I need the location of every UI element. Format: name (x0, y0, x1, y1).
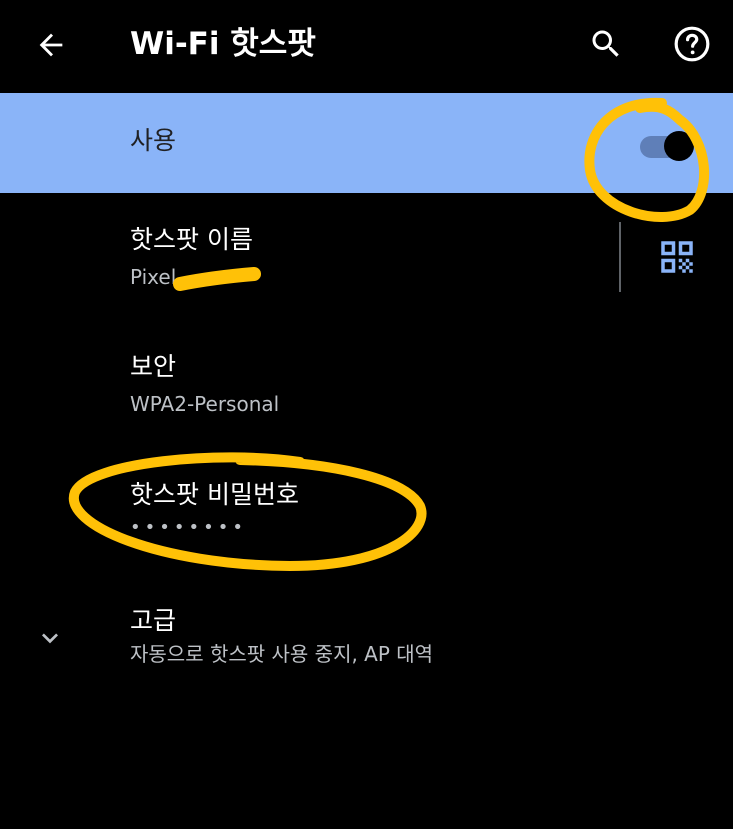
hotspot-toggle[interactable] (640, 131, 700, 161)
pref-title: 핫스팟 이름 (130, 225, 253, 254)
app-bar: Wi-Fi 핫스팟 (0, 0, 733, 92)
expand-button[interactable] (34, 622, 66, 654)
pref-hotspot-password[interactable]: 핫스팟 비밀번호 •••••••• (0, 470, 733, 560)
qr-code-icon (661, 241, 693, 273)
pref-summary: WPA2-Personal (130, 392, 280, 416)
pref-summary: •••••••• (130, 517, 247, 538)
search-button[interactable] (582, 20, 630, 68)
pref-title: 핫스팟 비밀번호 (130, 480, 299, 509)
pref-summary: Pixel (130, 265, 177, 289)
pref-hotspot-name[interactable]: 핫스팟 이름 Pixel (0, 215, 733, 305)
chevron-down-icon (42, 633, 58, 644)
pref-summary: 자동으로 핫스팟 사용 중지, AP 대역 (130, 642, 434, 666)
search-icon (592, 30, 619, 57)
toggle-thumb (664, 131, 694, 161)
qr-code-button[interactable] (656, 236, 698, 278)
help-icon (674, 26, 710, 62)
pref-advanced[interactable]: 고급 자동으로 핫스팟 사용 중지, AP 대역 (0, 598, 733, 688)
pref-security[interactable]: 보안 WPA2-Personal (0, 342, 733, 432)
pref-title: 고급 (130, 606, 177, 635)
page-title: Wi-Fi 핫스팟 (130, 26, 316, 62)
divider (619, 222, 621, 292)
back-button[interactable] (26, 20, 76, 70)
master-switch-row[interactable]: 사용 (0, 93, 733, 193)
arrow-back-icon (39, 33, 63, 57)
help-button[interactable] (668, 20, 716, 68)
master-switch-label: 사용 (130, 126, 177, 155)
pref-title: 보안 (130, 352, 177, 381)
